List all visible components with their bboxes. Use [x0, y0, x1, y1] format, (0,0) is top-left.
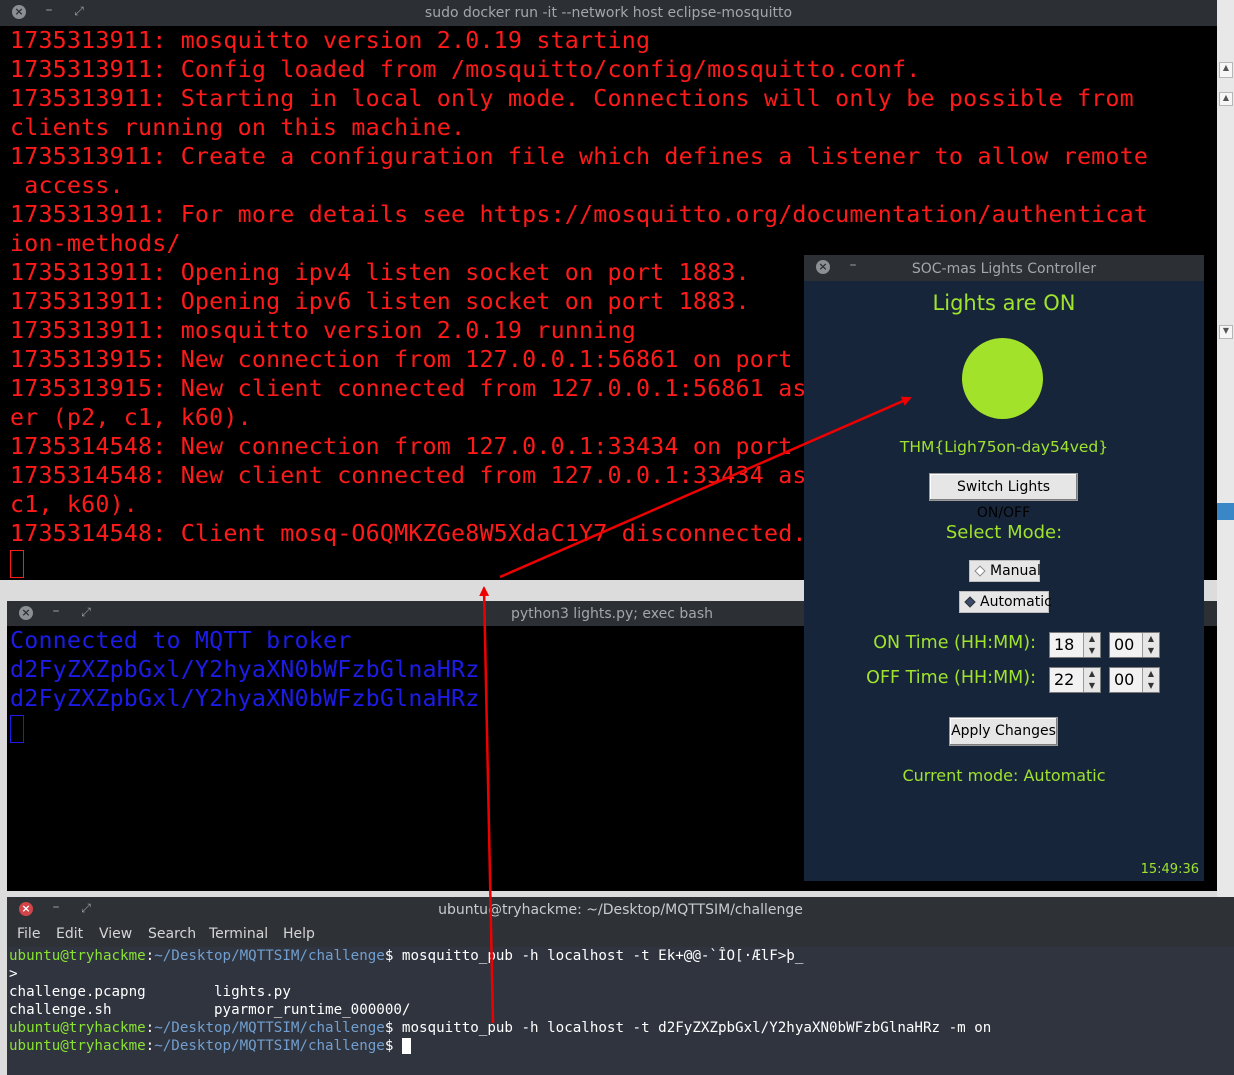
scroll-up-icon[interactable]: ▲ [1219, 92, 1233, 106]
spin-arrows[interactable]: ▲ ▼ [1142, 668, 1159, 692]
log-line: clients running on this machine. [10, 114, 466, 141]
continuation-line: > [9, 966, 18, 982]
window-titlebar[interactable]: × – ⤢ sudo docker run -it --network host… [0, 0, 1217, 26]
shell-terminal-window: × – ⤢ ubuntu@tryhackme: ~/Desktop/MQTTSI… [7, 897, 1234, 1075]
radio-label: Manual [990, 563, 1041, 579]
terminal-cursor [10, 714, 24, 743]
spin-down-icon[interactable]: ▼ [1084, 645, 1100, 657]
radio-selected-icon [964, 596, 976, 608]
window-title: sudo docker run -it --network host eclip… [424, 5, 793, 21]
prompt-user: ubuntu@tryhackme [9, 1038, 146, 1054]
radio-unselected-icon [974, 565, 986, 577]
menu-terminal[interactable]: Terminal [209, 926, 268, 942]
off-hour-spinbox[interactable]: 22 ▲ ▼ [1049, 667, 1101, 693]
flag-text: THM{Ligh75on-day54ved} [899, 438, 1109, 456]
spin-arrows[interactable]: ▲ ▼ [1083, 668, 1100, 692]
log-line: access. [10, 172, 124, 199]
spinbox-value: 22 [1054, 670, 1075, 689]
ls-output-line: challenge.sh pyarmor_runtime_000000/ [9, 1002, 411, 1018]
prompt-path: ~/Desktop/MQTTSIM/challenge [154, 1038, 385, 1054]
on-time-label: ON Time (HH:MM): [873, 633, 1036, 653]
window-titlebar[interactable]: × – ⤢ ubuntu@tryhackme: ~/Desktop/MQTTSI… [7, 897, 1234, 923]
spinbox-value: 18 [1054, 635, 1075, 654]
menu-bar: File Edit View Search Terminal Help [7, 923, 1234, 947]
log-line: 1735313911: Starting in local only mode.… [10, 85, 1134, 112]
prompt-path: ~/Desktop/MQTTSIM/challenge [154, 1020, 385, 1036]
current-mode-text: Current mode: Automatic [902, 766, 1106, 785]
command-text: mosquitto_pub -h localhost -t Ek+@@-`ÎO[… [393, 948, 804, 964]
lights-status: Lights are ON [932, 291, 1076, 315]
light-indicator [962, 338, 1043, 419]
terminal-caret [401, 1038, 411, 1054]
radio-label: Automatic [980, 594, 1052, 610]
menu-view[interactable]: View [99, 926, 132, 942]
prompt-path: ~/Desktop/MQTTSIM/challenge [154, 948, 385, 964]
log-line: 1735313911: For more details see https:/… [10, 201, 1149, 228]
lights-controller-window: × – SOC-mas Lights Controller Lights are… [804, 255, 1204, 881]
off-minute-spinbox[interactable]: 00 ▲ ▼ [1109, 667, 1160, 693]
window-titlebar[interactable]: × – SOC-mas Lights Controller [804, 255, 1204, 281]
spinbox-value: 00 [1114, 635, 1135, 654]
spin-up-icon[interactable]: ▲ [1084, 633, 1100, 645]
spin-down-icon[interactable]: ▼ [1143, 645, 1159, 657]
log-line: 1735313911: mosquitto version 2.0.19 sta… [10, 27, 651, 54]
on-minute-spinbox[interactable]: 00 ▲ ▼ [1109, 632, 1160, 658]
select-mode-label: Select Mode: [945, 522, 1063, 543]
spin-arrows[interactable]: ▲ ▼ [1142, 633, 1159, 657]
window-title: ubuntu@tryhackme: ~/Desktop/MQTTSIM/chal… [438, 902, 803, 918]
apply-changes-button[interactable]: Apply Changes [949, 717, 1058, 746]
spin-up-icon[interactable]: ▲ [1084, 668, 1100, 680]
terminal-cursor [10, 549, 24, 578]
scroll-down-icon[interactable]: ▼ [1219, 325, 1233, 339]
prompt-user: ubuntu@tryhackme [9, 948, 146, 964]
spin-up-icon[interactable]: ▲ [1143, 668, 1159, 680]
mode-automatic-radio[interactable]: Automatic [959, 591, 1052, 613]
menu-help[interactable]: Help [283, 926, 315, 942]
selection-marker [1217, 503, 1234, 520]
spin-down-icon[interactable]: ▼ [1143, 680, 1159, 692]
prompt-line: ubuntu@tryhackme:~/Desktop/MQTTSIM/chall… [9, 1020, 992, 1036]
ls-output-line: challenge.pcapng lights.py [9, 984, 291, 1000]
off-time-label: OFF Time (HH:MM): [866, 668, 1036, 688]
terminal-output[interactable]: ubuntu@tryhackme:~/Desktop/MQTTSIM/chall… [7, 947, 1234, 1075]
menu-edit[interactable]: Edit [56, 926, 83, 942]
log-line: ion-methods/ [10, 230, 181, 257]
prompt-line: ubuntu@tryhackme:~/Desktop/MQTTSIM/chall… [9, 948, 804, 964]
spin-arrows[interactable]: ▲ ▼ [1083, 633, 1100, 657]
menu-file[interactable]: File [17, 926, 40, 942]
menu-search[interactable]: Search [148, 926, 196, 942]
scroll-up-icon[interactable]: ▲ [1219, 62, 1233, 78]
prompt-user: ubuntu@tryhackme [9, 1020, 146, 1036]
window-title: SOC-mas Lights Controller [911, 261, 1097, 277]
on-hour-spinbox[interactable]: 18 ▲ ▼ [1049, 632, 1101, 658]
spinbox-value: 00 [1114, 670, 1135, 689]
log-line: 1735313911: Config loaded from /mosquitt… [10, 56, 921, 83]
spin-down-icon[interactable]: ▼ [1084, 680, 1100, 692]
spin-up-icon[interactable]: ▲ [1143, 633, 1159, 645]
clock: 15:49:36 [1140, 862, 1199, 877]
command-text: mosquitto_pub -h localhost -t d2FyZXZpbG… [393, 1020, 992, 1036]
mode-manual-radio[interactable]: Manual [969, 560, 1041, 582]
prompt-line: ubuntu@tryhackme:~/Desktop/MQTTSIM/chall… [9, 1037, 1234, 1055]
log-line: 1735313911: Create a configuration file … [10, 143, 1149, 170]
switch-lights-button[interactable]: Switch Lights ON/OFF [929, 473, 1078, 521]
